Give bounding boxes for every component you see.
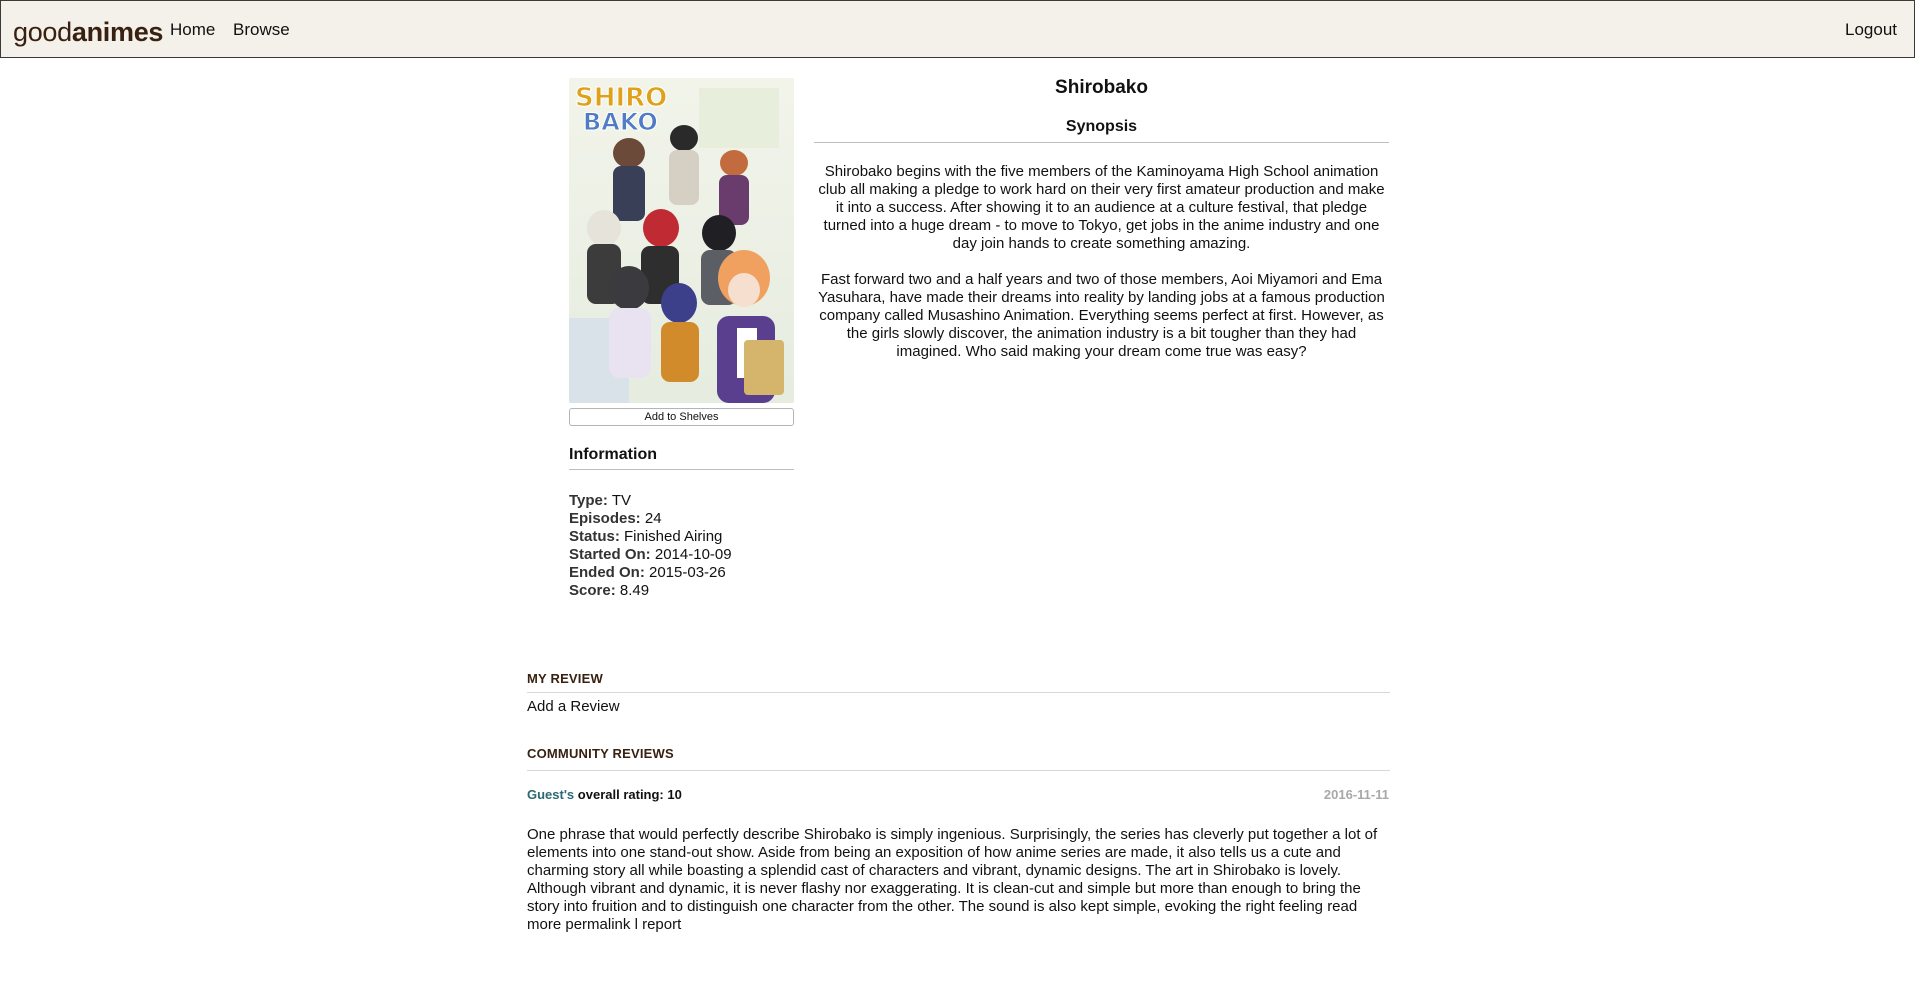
synopsis-divider: [814, 142, 1389, 143]
information-heading: Information: [569, 446, 657, 463]
info-value: Finished Airing: [624, 528, 723, 545]
nav-home-link[interactable]: Home: [170, 20, 215, 40]
site-logo[interactable]: goodanimes: [13, 17, 163, 48]
info-row-status: Status: Finished Airing: [569, 528, 732, 546]
review-text: One phrase that would perfectly describe…: [527, 826, 1378, 915]
info-label: Score:: [569, 582, 616, 599]
info-value: 2014-10-09: [654, 546, 732, 563]
my-review-divider: [527, 692, 1390, 693]
permalink-link[interactable]: permalink: [565, 916, 630, 933]
info-value: TV: [611, 492, 631, 509]
review-author-link[interactable]: Guest's: [527, 787, 574, 802]
anime-title: Shirobako: [1055, 77, 1148, 98]
info-label: Started On:: [569, 546, 651, 563]
info-label: Episodes:: [569, 510, 641, 527]
info-row-episodes: Episodes: 24: [569, 510, 732, 528]
top-nav-bar: goodanimes Home Browse Logout: [0, 0, 1915, 58]
review-meta: Guest's overall rating: 10: [527, 787, 682, 802]
add-review-link[interactable]: Add a Review: [527, 698, 620, 715]
info-row-started-on: Started On: 2014-10-09: [569, 546, 732, 564]
community-reviews-divider: [527, 770, 1390, 771]
review-body: One phrase that would perfectly describe…: [527, 826, 1390, 934]
review-rating: overall rating: 10: [577, 787, 682, 802]
community-reviews-heading: COMMUNITY REVIEWS: [527, 746, 674, 761]
nav-browse-link[interactable]: Browse: [233, 20, 290, 40]
info-row-ended-on: Ended On: 2015-03-26: [569, 564, 732, 582]
info-label: Status:: [569, 528, 620, 545]
information-list: Type: TV Episodes: 24 Status: Finished A…: [569, 492, 732, 600]
info-value: 24: [644, 510, 662, 527]
info-label: Ended On:: [569, 564, 645, 581]
logo-light-text: good: [13, 17, 72, 47]
information-divider: [569, 469, 794, 470]
synopsis-paragraph: Fast forward two and a half years and tw…: [818, 271, 1385, 360]
svg-text:BAKO: BAKO: [583, 108, 658, 136]
info-value: 2015-03-26: [649, 564, 726, 581]
my-review-heading: MY REVIEW: [527, 671, 603, 686]
info-value: 8.49: [619, 582, 650, 599]
info-label: Type:: [569, 492, 608, 509]
report-link[interactable]: report: [642, 916, 681, 933]
info-row-score: Score: 8.49: [569, 582, 732, 600]
synopsis-heading: Synopsis: [1065, 118, 1138, 135]
nav-logout-link[interactable]: Logout: [1845, 20, 1897, 40]
anime-cover-image: SHIRO BAKO: [569, 78, 794, 403]
synopsis-paragraph: Shirobako begins with the five members o…: [818, 163, 1385, 252]
review-date: 2016-11-11: [1323, 787, 1389, 802]
logo-bold-text: animes: [71, 17, 164, 47]
add-to-shelves-button[interactable]: Add to Shelves: [569, 408, 794, 426]
info-row-type: Type: TV: [569, 492, 732, 510]
link-separator: l: [634, 916, 638, 933]
